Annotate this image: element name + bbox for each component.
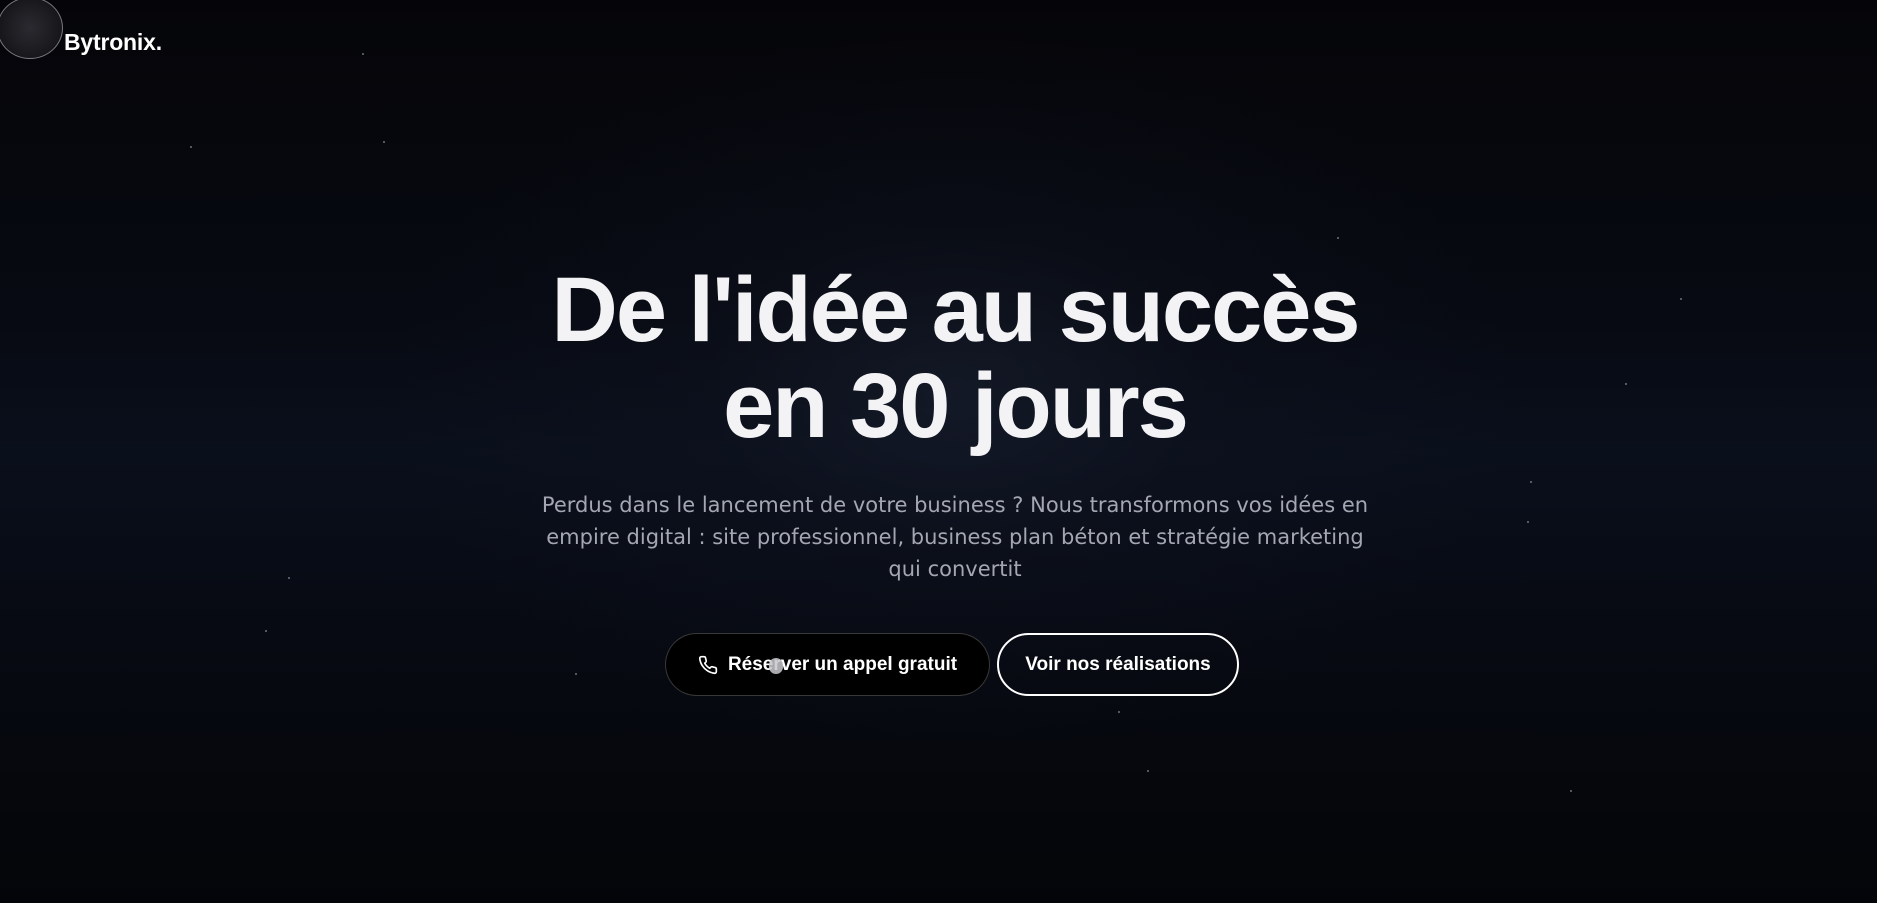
phone-icon — [698, 655, 718, 675]
hero-subtitle: Perdus dans le lancement de votre busine… — [541, 493, 1369, 581]
landing-page: Bytronix. De l'idée au succès en 30 jour… — [0, 0, 1877, 903]
book-call-label: Réserver un appel gratuit — [727, 653, 958, 675]
star — [190, 146, 192, 148]
hero-title-line-1: De l'idée au succès — [551, 259, 1360, 361]
star — [383, 141, 385, 143]
star — [1147, 770, 1149, 772]
hero-title-line-2: en 30 jours — [723, 355, 1189, 457]
star — [288, 577, 290, 579]
star — [1118, 711, 1120, 713]
view-work-label: Voir nos réalisations — [1025, 653, 1211, 675]
star — [1527, 521, 1529, 523]
avatar-circle — [0, 0, 63, 59]
hero-title: De l'idée au succès en 30 jours — [0, 262, 1877, 454]
star — [362, 53, 364, 55]
brand-logo[interactable]: Bytronix. — [64, 29, 162, 56]
star — [1337, 237, 1339, 239]
star — [575, 673, 577, 675]
star — [265, 630, 267, 632]
star — [1570, 790, 1572, 792]
view-work-button[interactable]: Voir nos réalisations — [997, 633, 1239, 696]
star — [1530, 481, 1532, 483]
book-call-button[interactable]: Réserver un appel gratuit — [665, 633, 990, 696]
